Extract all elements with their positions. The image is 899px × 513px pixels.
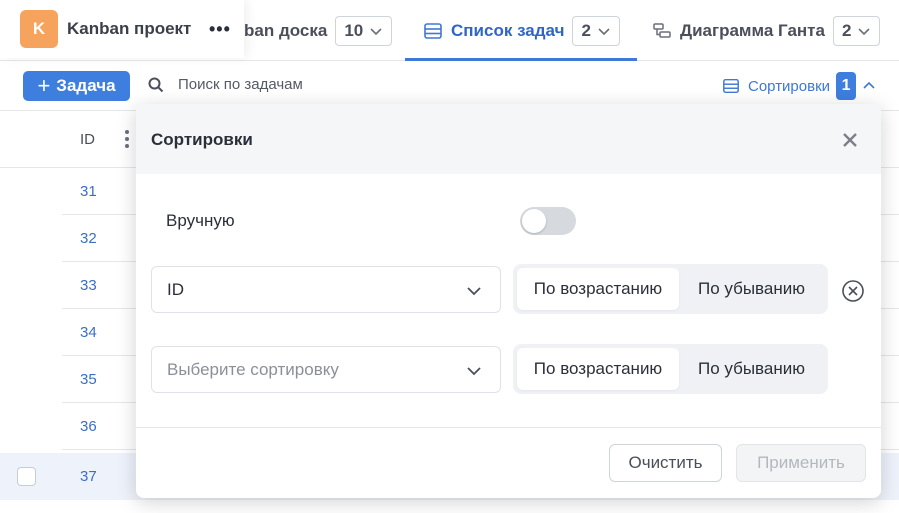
dialog-footer: Очистить Применить	[136, 427, 881, 498]
tab-count-select[interactable]: 2	[832, 15, 881, 46]
tab-label: Диаграмма Ганта	[680, 20, 825, 40]
sort-descending-option[interactable]: По убыванию	[679, 348, 824, 390]
manual-sort-toggle[interactable]	[520, 207, 576, 235]
sort-field-select[interactable]: ID	[151, 266, 501, 313]
task-id-link[interactable]: 34	[80, 324, 97, 341]
sort-descending-option[interactable]: По убыванию	[679, 268, 824, 310]
add-task-label: Задача	[56, 76, 116, 95]
project-header: K Kanban проект •••	[0, 0, 244, 58]
column-header-id[interactable]: ID	[80, 131, 95, 148]
tab-kanban-board[interactable]: ban доска 10	[244, 0, 393, 61]
chevron-down-icon	[370, 27, 382, 35]
close-icon[interactable]	[841, 131, 859, 149]
clear-button[interactable]: Очистить	[609, 444, 722, 482]
sort-label: Сортировки	[748, 77, 831, 95]
sort-field-placeholder: Выберите сортировку	[167, 359, 339, 379]
list-icon	[723, 78, 739, 94]
chevron-down-icon	[858, 27, 871, 35]
project-name[interactable]: Kanban проект	[67, 19, 191, 39]
search-icon	[148, 77, 164, 92]
task-id-link[interactable]: 36	[80, 418, 97, 435]
plus-icon: +	[37, 73, 51, 98]
manual-sort-label: Вручную	[166, 211, 235, 230]
tab-label: Список задач	[451, 20, 565, 40]
chevron-up-icon	[863, 81, 875, 89]
task-id-link[interactable]: 35	[80, 371, 97, 388]
task-id-link[interactable]: 37	[80, 468, 97, 485]
sort-field-value: ID	[167, 279, 184, 299]
sort-direction-toggle: По возрастанию По убыванию	[513, 264, 828, 314]
chevron-down-icon	[467, 367, 481, 376]
search-input[interactable]: Поиск по задачам	[148, 76, 303, 93]
add-task-button[interactable]: + Задача	[23, 71, 130, 101]
dialog-title: Сортировки	[151, 130, 253, 149]
gantt-icon	[653, 22, 671, 38]
tab-label: ban доска	[244, 20, 328, 40]
tab-count-value: 2	[581, 20, 591, 40]
apply-button[interactable]: Применить	[736, 444, 866, 482]
tab-count-select[interactable]: 2	[572, 15, 620, 46]
sort-dialog: Сортировки Вручную ID По возрастанию По …	[136, 104, 881, 498]
search-placeholder: Поиск по задачам	[178, 76, 303, 93]
task-id-link[interactable]: 33	[80, 277, 97, 294]
sort-direction-toggle: По возрастанию По убыванию	[513, 344, 828, 394]
chevron-down-icon	[598, 27, 610, 35]
more-icon[interactable]: •••	[209, 20, 231, 38]
tab-gantt-chart[interactable]: Диаграмма Ганта 2	[652, 0, 881, 61]
task-id-link[interactable]: 31	[80, 183, 97, 200]
project-avatar[interactable]: K	[20, 10, 58, 48]
tab-count-value: 10	[344, 20, 364, 40]
chevron-down-icon	[467, 287, 481, 296]
sort-field-select[interactable]: Выберите сортировку	[151, 346, 501, 393]
tab-count-value: 2	[841, 20, 852, 40]
tab-task-list[interactable]: Список задач 2	[405, 0, 637, 61]
column-menu-icon[interactable]	[125, 130, 131, 151]
top-bar: K Kanban проект ••• ban доска 10 Список …	[0, 0, 899, 61]
remove-sort-icon[interactable]	[841, 279, 865, 303]
task-id-link[interactable]: 32	[80, 230, 97, 247]
toggle-knob	[522, 209, 546, 233]
tab-count-select[interactable]: 10	[335, 15, 393, 46]
sort-count-badge: 1	[836, 72, 857, 100]
sort-ascending-option[interactable]: По возрастанию	[517, 268, 679, 310]
dialog-header: Сортировки	[136, 104, 881, 174]
sort-ascending-option[interactable]: По возрастанию	[517, 348, 679, 390]
sort-toggle-button[interactable]: Сортировки 1	[722, 71, 884, 101]
list-icon	[424, 22, 442, 39]
row-checkbox[interactable]	[17, 467, 36, 486]
